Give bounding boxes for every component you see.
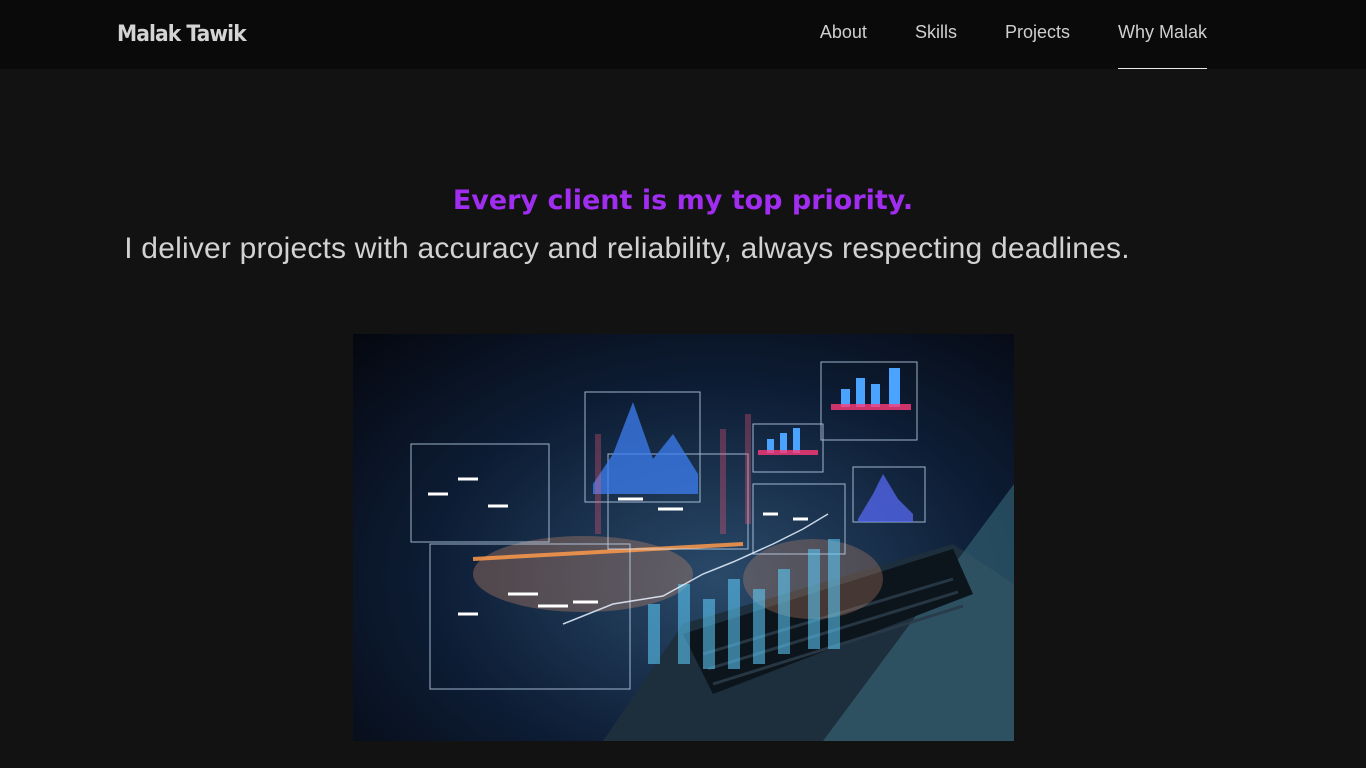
section-heading: Every client is my top priority.	[452, 185, 914, 216]
analytics-dashboard-photo	[353, 334, 1014, 741]
main-nav: About Skills Projects Why Malak	[820, 0, 1208, 69]
brand-logo-text[interactable]: Malak Tawik	[117, 22, 247, 47]
nav-link-why-malak[interactable]: Why Malak	[1117, 0, 1208, 69]
nav-link-skills[interactable]: Skills	[915, 0, 957, 69]
nav-link-about[interactable]: About	[820, 0, 867, 69]
top-navigation-bar: Malak Tawik About Skills Projects Why Ma…	[0, 0, 1366, 69]
nav-link-projects[interactable]: Projects	[1005, 0, 1070, 69]
section-subheading: I deliver projects with accuracy and rel…	[124, 232, 1130, 265]
